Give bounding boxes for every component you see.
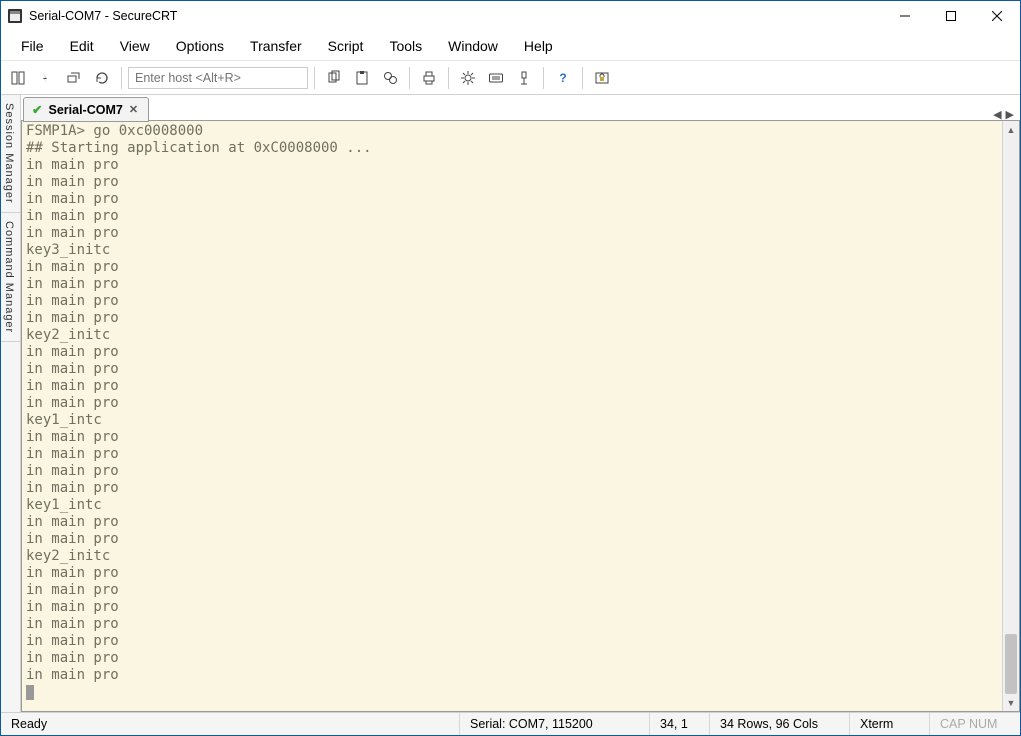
- menu-window[interactable]: Window: [436, 34, 510, 58]
- menu-transfer[interactable]: Transfer: [238, 34, 314, 58]
- reconnect-button[interactable]: [89, 65, 115, 91]
- keyboard-button[interactable]: [483, 65, 509, 91]
- menu-bar: File Edit View Options Transfer Script T…: [1, 31, 1020, 61]
- session-tab-strip: ✔ Serial-COM7 ✕ ◀ ▶: [21, 95, 1020, 121]
- title-bar: Serial-COM7 - SecureCRT: [1, 1, 1020, 31]
- copy-button[interactable]: [321, 65, 347, 91]
- main-area: ✔ Serial-COM7 ✕ ◀ ▶ FSMP1A> go 0xc000800…: [21, 95, 1020, 712]
- find-button[interactable]: [377, 65, 403, 91]
- toolbar-separator: [582, 67, 583, 89]
- terminal-cursor: [26, 685, 34, 700]
- paste-button[interactable]: [349, 65, 375, 91]
- maximize-button[interactable]: [928, 1, 974, 31]
- side-tab-session-manager[interactable]: Session Manager: [1, 95, 20, 213]
- help-button[interactable]: ?: [550, 65, 576, 91]
- connect-tab-button[interactable]: [61, 65, 87, 91]
- session-tab[interactable]: ✔ Serial-COM7 ✕: [23, 97, 149, 122]
- menu-edit[interactable]: Edit: [58, 34, 106, 58]
- scroll-down-icon[interactable]: ▼: [1003, 694, 1019, 711]
- terminal-container: FSMP1A> go 0xc0008000 ## Starting applic…: [21, 121, 1020, 712]
- session-tab-label: Serial-COM7: [48, 103, 122, 117]
- side-tab-strip: Session Manager Command Manager: [1, 95, 21, 712]
- minimize-button[interactable]: [882, 1, 928, 31]
- menu-view[interactable]: View: [108, 34, 162, 58]
- quick-connect-button[interactable]: [33, 65, 59, 91]
- status-ready: Ready: [1, 713, 460, 735]
- window-title: Serial-COM7 - SecureCRT: [29, 9, 177, 23]
- connected-check-icon: ✔: [32, 102, 42, 117]
- terminal[interactable]: FSMP1A> go 0xc0008000 ## Starting applic…: [22, 121, 1002, 711]
- toolbar-separator: [543, 67, 544, 89]
- lock-session-button[interactable]: [589, 65, 615, 91]
- toolbar-separator: [314, 67, 315, 89]
- svg-text:?: ?: [559, 71, 566, 85]
- toolbar: ?: [1, 61, 1020, 95]
- workspace: Session Manager Command Manager ✔ Serial…: [1, 95, 1020, 713]
- status-size: 34 Rows, 96 Cols: [710, 713, 850, 735]
- toolbar-separator: [121, 67, 122, 89]
- menu-options[interactable]: Options: [164, 34, 236, 58]
- menu-script[interactable]: Script: [316, 34, 376, 58]
- menu-file[interactable]: File: [9, 34, 56, 58]
- scroll-thumb[interactable]: [1005, 634, 1017, 694]
- close-tab-icon[interactable]: ✕: [129, 103, 138, 116]
- button-bar-button[interactable]: [511, 65, 537, 91]
- session-manager-button[interactable]: [5, 65, 31, 91]
- scroll-track[interactable]: [1003, 138, 1019, 694]
- status-cursor-pos: 34, 1: [650, 713, 710, 735]
- close-button[interactable]: [974, 1, 1020, 31]
- status-capsnum: CAP NUM: [930, 713, 1020, 735]
- status-emulation: Xterm: [850, 713, 930, 735]
- toolbar-separator: [409, 67, 410, 89]
- toolbar-separator: [448, 67, 449, 89]
- status-bar: Ready Serial: COM7, 115200 34, 1 34 Rows…: [1, 713, 1020, 735]
- menu-help[interactable]: Help: [512, 34, 565, 58]
- terminal-scrollbar[interactable]: ▲ ▼: [1002, 121, 1019, 711]
- host-input[interactable]: [128, 67, 308, 89]
- status-connection: Serial: COM7, 115200: [460, 713, 650, 735]
- print-button[interactable]: [416, 65, 442, 91]
- side-tab-command-manager[interactable]: Command Manager: [1, 213, 20, 342]
- session-options-button[interactable]: [455, 65, 481, 91]
- app-icon: [7, 8, 23, 24]
- menu-tools[interactable]: Tools: [377, 34, 434, 58]
- scroll-up-icon[interactable]: ▲: [1003, 121, 1019, 138]
